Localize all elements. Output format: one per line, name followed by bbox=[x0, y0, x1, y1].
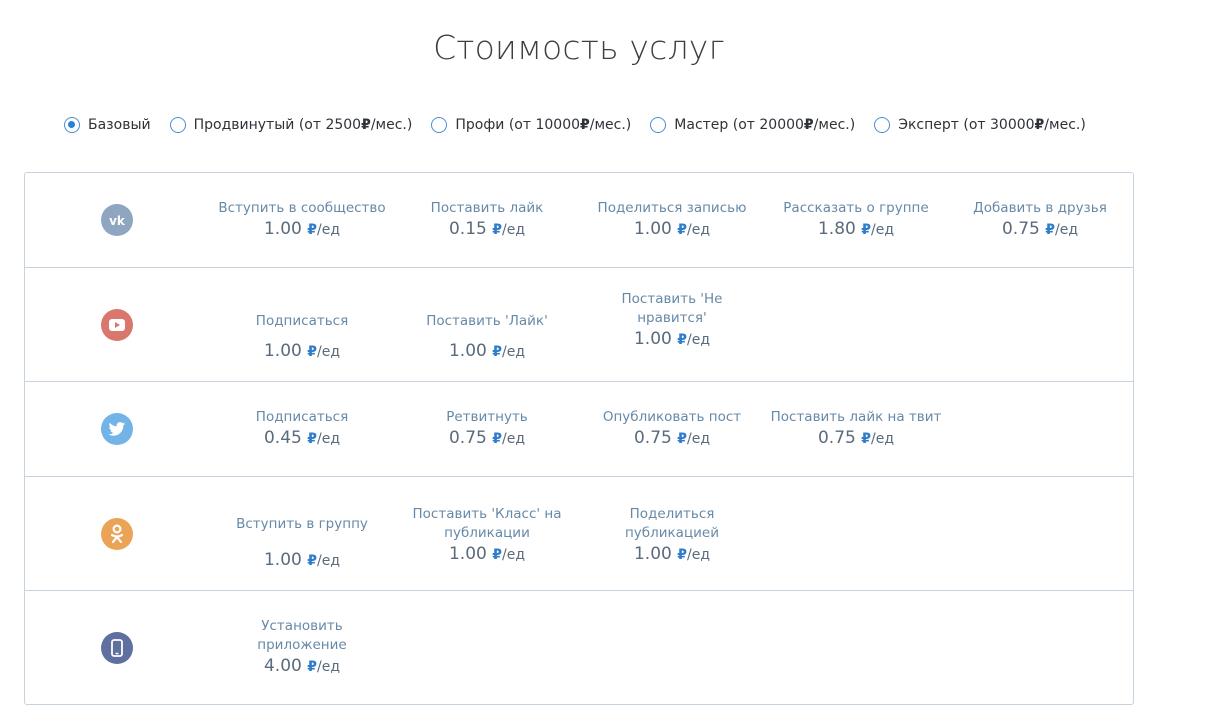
row-vk: vk Вступить в сообщество 1.00 ₽/ед Поста… bbox=[25, 173, 1133, 268]
row-app: Установить приложение 4.00 ₽/ед bbox=[25, 591, 1133, 704]
list-item: Поставить 'Не нравится' 1.00 ₽/ед bbox=[621, 291, 723, 349]
list-item: Поделиться записью 1.00 ₽/ед bbox=[597, 200, 747, 239]
page-title: Стоимость услуг bbox=[433, 28, 725, 67]
plan-advanced-radio[interactable] bbox=[169, 117, 186, 133]
plan-master-radio[interactable] bbox=[650, 117, 667, 133]
plan-master[interactable]: Мастер (от 20000₽/мес.) bbox=[650, 117, 855, 133]
plan-basic-label: Базовый bbox=[88, 117, 151, 133]
pricing-table: vk Вступить в сообщество 1.00 ₽/ед Поста… bbox=[24, 172, 1134, 705]
plan-basic[interactable]: Базовый bbox=[64, 117, 151, 133]
list-item: Добавить в друзья 0.75 ₽/ед bbox=[973, 200, 1107, 239]
list-item: Подписаться 0.45 ₽/ед bbox=[255, 409, 349, 448]
list-item: Поставить лайк 0.15 ₽/ед bbox=[430, 200, 544, 239]
list-item: Поставить лайк на твит 0.75 ₽/ед bbox=[770, 409, 942, 448]
list-item: Рассказать о группе 1.80 ₽/ед bbox=[783, 200, 929, 239]
plan-master-label: Мастер (от 20000₽/мес.) bbox=[674, 117, 856, 133]
svg-text:vk: vk bbox=[109, 214, 126, 226]
plan-selector: Базовый Продвинутый (от 2500₽/мес.) Проф… bbox=[64, 117, 1105, 133]
plan-expert[interactable]: Эксперт (от 30000₽/мес.) bbox=[874, 117, 1086, 133]
vk-icon: vk bbox=[101, 204, 133, 236]
list-item: Подписаться 1.00 ₽/ед bbox=[255, 312, 349, 362]
list-item: Ретвитнуть 0.75 ₽/ед bbox=[446, 409, 528, 448]
plan-pro[interactable]: Профи (от 10000₽/мес.) bbox=[431, 117, 631, 133]
plan-advanced-label: Продвинутый (от 2500₽/мес.) bbox=[193, 117, 413, 133]
list-item: Поставить 'Лайк' 1.00 ₽/ед bbox=[426, 312, 548, 362]
plan-pro-radio[interactable] bbox=[431, 117, 448, 133]
plan-basic-radio[interactable] bbox=[64, 117, 80, 133]
list-item: Поставить 'Класс' на публикации 1.00 ₽/е… bbox=[412, 506, 562, 564]
smartphone-icon bbox=[101, 632, 133, 664]
odnoklassniki-icon bbox=[101, 518, 133, 550]
row-youtube: Подписаться 1.00 ₽/ед Поставить 'Лайк' 1… bbox=[25, 268, 1133, 382]
youtube-icon bbox=[101, 309, 133, 341]
list-item: Опубликовать пост 0.75 ₽/ед bbox=[602, 409, 742, 448]
list-item: Вступить в сообщество 1.00 ₽/ед bbox=[218, 200, 386, 239]
plan-pro-label: Профи (от 10000₽/мес.) bbox=[455, 117, 632, 133]
plan-expert-radio[interactable] bbox=[874, 117, 891, 133]
twitter-icon bbox=[101, 413, 133, 445]
list-item: Вступить в группу 1.00 ₽/ед bbox=[236, 515, 368, 571]
plan-advanced[interactable]: Продвинутый (от 2500₽/мес.) bbox=[169, 117, 413, 133]
row-odnoklassniki: Вступить в группу 1.00 ₽/ед Поставить 'К… bbox=[25, 477, 1133, 591]
plan-expert-label: Эксперт (от 30000₽/мес.) bbox=[898, 117, 1086, 133]
row-twitter: Подписаться 0.45 ₽/ед Ретвитнуть 0.75 ₽/… bbox=[25, 382, 1133, 477]
list-item: Поделиться публикацией 1.00 ₽/ед bbox=[624, 506, 719, 564]
list-item: Установить приложение 4.00 ₽/ед bbox=[257, 618, 347, 676]
